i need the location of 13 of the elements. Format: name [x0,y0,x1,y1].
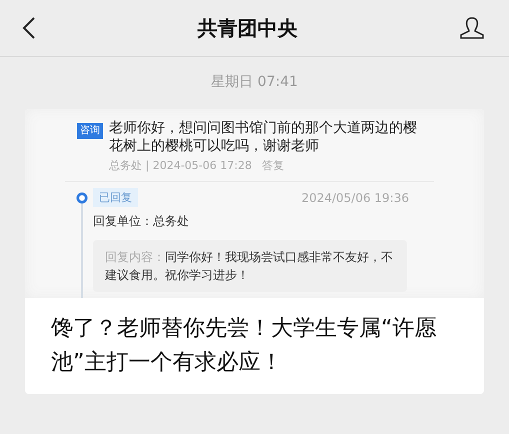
chat-title: 共青团中央 [198,14,298,42]
reply-box: 回复内容：同学你好！我现场尝试口感非常不友好，不建议食用。祝你学习进步！ [93,240,407,292]
timeline-dot-icon [76,192,88,204]
consult-tag: 咨询 [77,123,103,139]
reply-date: 2024/05/06 19:36 [301,190,409,204]
status-badge: 已回复 [93,188,138,207]
back-icon[interactable] [22,16,36,40]
question-meta: 总务处 | 2024-05-06 17:28 [109,158,252,173]
reply-unit: 回复单位：总务处 [93,213,190,230]
question-text: 老师你好，想问问图书馆门前的那个大道两边的樱花树上的樱桃可以吃吗，谢谢老师 [109,119,418,155]
message-time: 星期日 07:41 [210,73,299,91]
profile-icon[interactable] [459,16,485,40]
article-card[interactable]: 咨询 老师你好，想问问图书馆门前的那个大道两边的樱花树上的樱桃可以吃吗，谢谢老师 总务处 | 2024-05-06 17:28 答复 已回复 2024/05/06 19:36 回复单位：总务处 回复内容：同学你好！我现场尝试口感非常不友好，不建议食用。祝你学习进步！ 馋了？老师替你先尝！大学生专属“许愿池”主打一个有求必应！ [25,109,484,394]
